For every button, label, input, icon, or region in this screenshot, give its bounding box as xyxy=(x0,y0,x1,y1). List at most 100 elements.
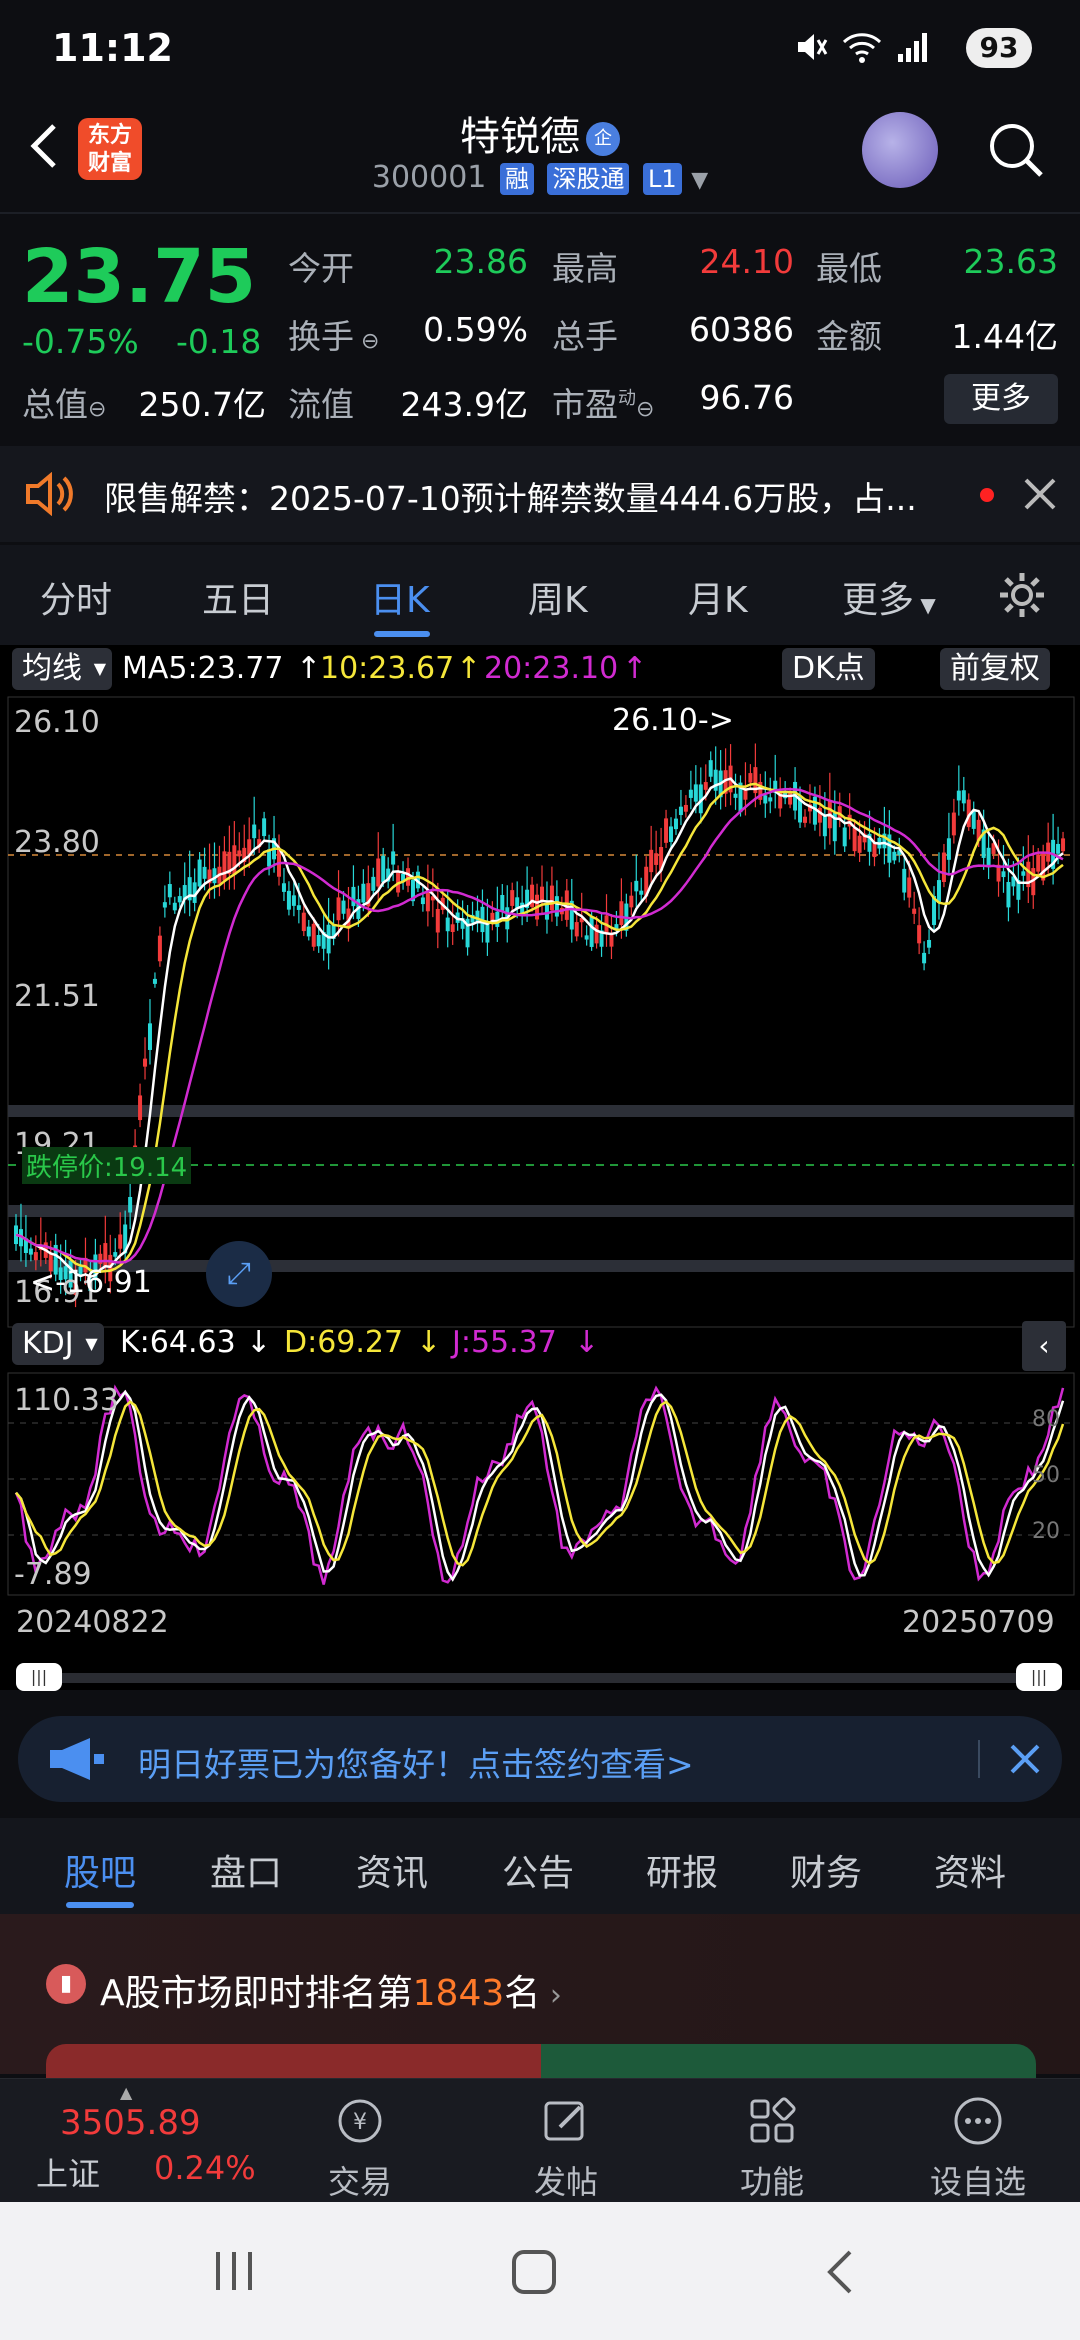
candle-body xyxy=(961,790,966,804)
candle-body xyxy=(177,896,182,903)
tab-news[interactable]: 资讯 xyxy=(356,1844,428,1896)
d-value: D:69.27 xyxy=(284,1325,404,1360)
candle-body xyxy=(554,896,559,917)
tab-daily-k[interactable]: 日K xyxy=(370,571,430,623)
candle-body xyxy=(822,814,827,837)
candle-body xyxy=(445,917,450,932)
candle-body xyxy=(693,784,698,802)
tab-profile[interactable]: 资料 xyxy=(934,1844,1006,1896)
tab-more[interactable]: 更多 ▼ xyxy=(842,571,936,623)
low-label: 最低 xyxy=(816,249,882,288)
price-axis-max: 26.10 xyxy=(14,705,100,740)
home-icon[interactable] xyxy=(510,2248,558,2296)
candle-body xyxy=(768,797,773,802)
kdj-axis-max: 110.33 xyxy=(14,1383,119,1418)
system-nav-bar xyxy=(0,2202,1080,2340)
pe-label[interactable]: 市盈动⊖ xyxy=(552,378,654,426)
stock-code: 300001 xyxy=(371,160,487,195)
limit-down-label: 跌停价:19.14 xyxy=(22,1147,192,1184)
tab-research[interactable]: 研报 xyxy=(646,1844,718,1896)
range-slider-right-handle[interactable]: ||| xyxy=(1016,1663,1062,1691)
close-icon[interactable] xyxy=(1008,1742,1042,1776)
nav-post[interactable]: 发帖 xyxy=(496,2093,636,2203)
megaphone-icon xyxy=(50,1738,104,1780)
search-icon[interactable] xyxy=(986,120,1046,180)
tab-intraday[interactable]: 分时 xyxy=(40,571,112,623)
candle-body xyxy=(936,880,941,903)
clock: 11:12 xyxy=(52,26,173,70)
range-slider-track[interactable] xyxy=(30,1673,1050,1683)
candle-body xyxy=(907,877,912,898)
candle-body xyxy=(842,827,847,847)
candle-body xyxy=(703,782,708,790)
candle-body xyxy=(803,816,807,823)
candle-body xyxy=(162,902,167,908)
promo-banner[interactable]: 明日好票已为您备好！点击签约查看> xyxy=(18,1716,1062,1802)
nav-functions[interactable]: 功能 xyxy=(702,2093,842,2203)
expand-icon[interactable]: ⤢ xyxy=(206,1241,272,1307)
dk-point-toggle[interactable]: DK点 xyxy=(782,648,875,690)
tab-monthly-k[interactable]: 月K xyxy=(688,571,748,623)
candle-body xyxy=(857,835,862,853)
more-dots-icon xyxy=(954,2097,1002,2145)
market-cap-label[interactable]: 总值⊖ xyxy=(22,378,106,426)
close-icon[interactable] xyxy=(1022,476,1058,512)
collapse-panel-button[interactable]: ‹ xyxy=(1022,1321,1066,1371)
chevron-right-icon: › xyxy=(540,1978,562,2013)
ma10-value: 10:23.67 xyxy=(320,651,455,686)
turnover-value: 0.59% xyxy=(423,310,528,349)
recent-apps-icon[interactable] xyxy=(210,2248,258,2294)
tab-five-day[interactable]: 五日 xyxy=(202,571,274,623)
ma5-arrow: ↑ xyxy=(296,651,322,686)
range-slider-left-handle[interactable]: ||| xyxy=(16,1663,62,1691)
signal-icon xyxy=(898,33,927,62)
unlock-notice[interactable]: 限售解禁：2025-07-10预计解禁数量444.6万股，占... xyxy=(0,446,1080,542)
battery-indicator: 93 xyxy=(966,28,1032,68)
robot-assistant-icon[interactable] xyxy=(862,112,938,188)
ma-selector[interactable]: 均线 ▼ xyxy=(12,648,112,690)
tab-announcements[interactable]: 公告 xyxy=(502,1844,574,1896)
turnover-label[interactable]: 换手 ⊖ xyxy=(288,310,379,358)
candle-body xyxy=(748,773,753,783)
kdj-level-80: 80 xyxy=(1032,1407,1060,1432)
candle-body xyxy=(629,895,634,908)
candle-body xyxy=(33,1252,38,1261)
candle-body xyxy=(589,916,594,947)
high-annotation: 26.10-> xyxy=(612,703,734,738)
back-icon[interactable] xyxy=(820,2248,860,2296)
tab-orderbook[interactable]: 盘口 xyxy=(210,1844,282,1896)
tab-forum[interactable]: 股吧 xyxy=(64,1844,136,1896)
kdj-axis-min: -7.89 xyxy=(14,1557,92,1592)
period-tabs: 分时 五日 日K 周K 月K 更多 ▼ xyxy=(0,545,1080,645)
adjust-selector[interactable]: 前复权 xyxy=(940,648,1050,690)
quote-panel: 23.75 -0.75% -0.18 今开 23.86 最高 24.10 最低 … xyxy=(0,212,1080,444)
candle-body xyxy=(500,894,505,912)
support-band xyxy=(8,1105,1074,1117)
rank-card[interactable]: ▮ A股市场即时排名第1843名 › xyxy=(0,1914,1080,2084)
candle-body xyxy=(381,855,386,883)
end-date: 20250709 xyxy=(902,1605,1055,1640)
more-button[interactable]: 更多 xyxy=(944,374,1058,424)
indicator-selector[interactable]: KDJ ▼ xyxy=(12,1323,104,1365)
ma20-value: 20:23.10 xyxy=(484,651,619,686)
candle-body xyxy=(172,902,177,911)
gear-icon[interactable] xyxy=(996,569,1048,621)
nav-add-watchlist[interactable]: 设自选 xyxy=(908,2093,1048,2203)
low-annotation: <-16.91 xyxy=(30,1265,152,1300)
candle-body xyxy=(237,850,242,857)
pe-dynamic-mark: 动 xyxy=(618,388,636,409)
candle-body xyxy=(28,1248,33,1255)
caret-down-icon: ▼ xyxy=(93,659,106,678)
kline-chart[interactable]: 均线 ▼ MA5:23.77 ↑ 10:23.67 ↑ 20:23.10 ↑ DK… xyxy=(0,645,1080,1691)
candle-body xyxy=(852,827,857,852)
candle-body xyxy=(167,884,172,898)
speaker-icon xyxy=(26,472,73,516)
active-tab-indicator xyxy=(374,631,430,637)
candle-body xyxy=(549,885,554,911)
kdj-level-20: 20 xyxy=(1032,1519,1060,1544)
tab-weekly-k[interactable]: 周K xyxy=(528,571,588,623)
volume-value: 60386 xyxy=(689,310,794,349)
tab-financials[interactable]: 财务 xyxy=(790,1844,862,1896)
candle-body xyxy=(956,790,961,801)
nav-trade[interactable]: ¥ 交易 xyxy=(290,2093,430,2203)
